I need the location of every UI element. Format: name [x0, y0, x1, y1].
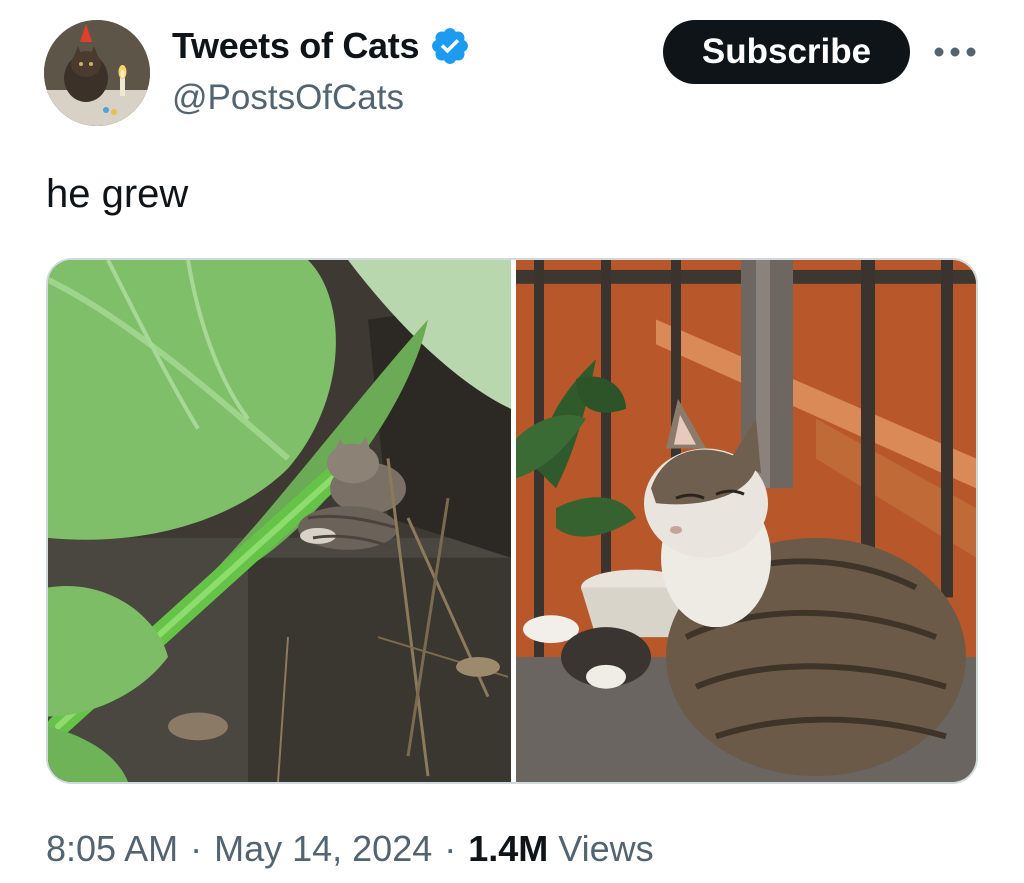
subscribe-button[interactable]: Subscribe: [663, 20, 910, 84]
views-count[interactable]: 1.4M: [468, 828, 548, 870]
tweet-text: he grew: [46, 172, 189, 216]
tweet-media-grid: [46, 258, 978, 784]
cat-with-party-hat-avatar: [44, 20, 150, 126]
author-avatar[interactable]: [44, 20, 150, 126]
tweet-time[interactable]: 8:05 AM: [46, 828, 178, 870]
author-display-name[interactable]: Tweets of Cats: [172, 25, 419, 67]
more-horizontal-icon: [934, 47, 976, 57]
kitten-under-leaves-photo: [48, 260, 511, 782]
author-name-row[interactable]: Tweets of Cats: [172, 24, 471, 68]
grown-cat-curled-by-railing-photo: [516, 260, 976, 782]
more-options-button[interactable]: [930, 32, 980, 72]
tweet-meta: 8:05 AM · May 14, 2024 · 1.4M Views: [46, 828, 654, 870]
views-label[interactable]: Views: [558, 828, 653, 870]
author-handle[interactable]: @PostsOfCats: [172, 78, 404, 118]
tweet-date[interactable]: May 14, 2024: [214, 828, 432, 870]
meta-separator: ·: [444, 828, 457, 869]
media-photo-1[interactable]: [48, 260, 511, 782]
media-photo-2[interactable]: [516, 260, 976, 782]
meta-separator: ·: [190, 828, 203, 869]
verified-badge-icon[interactable]: [429, 25, 471, 67]
